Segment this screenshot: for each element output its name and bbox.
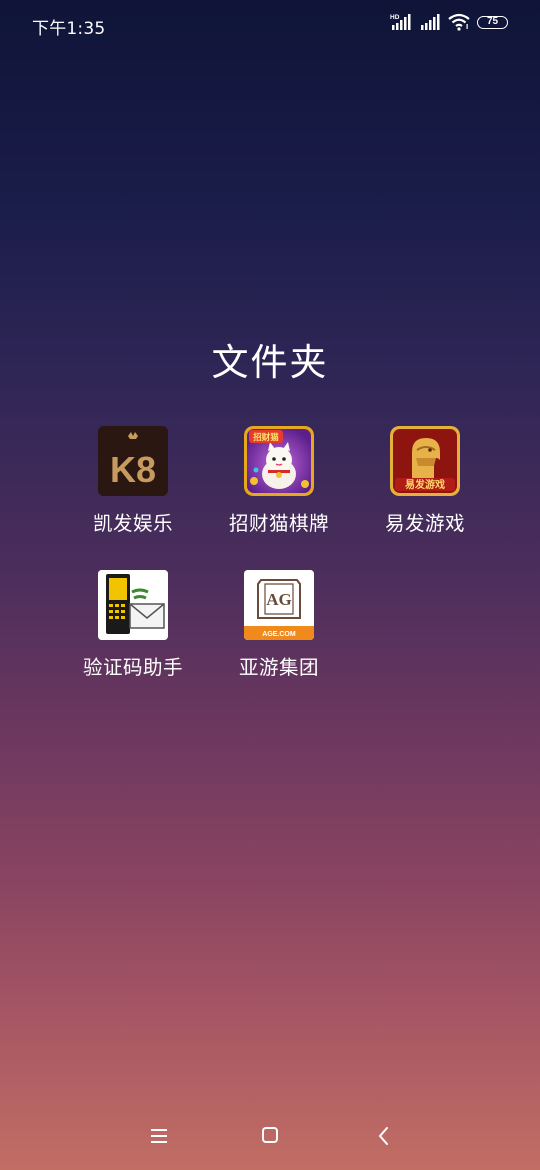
back-icon[interactable]	[369, 1124, 399, 1148]
lion-art: 易发游戏	[390, 426, 460, 496]
app-label: 招财猫棋牌	[228, 512, 329, 535]
app-label: 易发游戏	[384, 512, 465, 535]
app-sms-helper[interactable]: 验证码助手	[63, 570, 203, 680]
menu-icon[interactable]	[144, 1124, 174, 1148]
ag-text: AG	[266, 590, 292, 609]
battery-icon: 75	[477, 15, 508, 29]
sms-phone-art	[98, 570, 168, 640]
hd-label: HD	[390, 14, 400, 21]
ag-site-text: AGE.COM	[262, 631, 296, 638]
ag-icon: AG AGE.COM	[244, 570, 314, 640]
k8-logo: K8	[98, 426, 168, 496]
navigation-bar	[0, 1100, 540, 1170]
ag-art: AG AGE.COM	[244, 570, 314, 640]
app-yayou[interactable]: AG AGE.COM 亚游集团	[209, 570, 349, 680]
status-icons: HD 75	[390, 13, 508, 31]
app-yifa[interactable]: 易发游戏 易发游戏	[355, 426, 495, 536]
app-label: 验证码助手	[82, 656, 183, 679]
lucky-cat-icon: 招财猫	[244, 426, 314, 496]
app-label: 亚游集团	[238, 656, 319, 679]
home-icon[interactable]	[255, 1124, 285, 1148]
status-bar: 下午1:35 HD 75	[0, 0, 540, 48]
k8-icon: K8	[98, 426, 168, 496]
app-zhaocaimao[interactable]: 招财猫 招财猫棋牌	[209, 426, 349, 536]
signal-icon	[421, 14, 440, 30]
folder-title[interactable]: 文件夹	[0, 332, 540, 386]
wifi-icon	[448, 13, 470, 31]
sms-phone-icon	[98, 570, 168, 640]
signal-hd-icon: HD	[390, 14, 411, 30]
app-label: 凯发娱乐	[92, 512, 173, 535]
lion-banner-text: 易发游戏	[405, 478, 445, 491]
app-kaifa[interactable]: K8 凯发娱乐	[63, 426, 203, 536]
status-time: 下午1:35	[32, 19, 106, 39]
k8-text: K8	[110, 449, 156, 490]
lion-icon: 易发游戏	[390, 426, 460, 496]
lucky-cat-art: 招财猫	[244, 426, 314, 496]
cat-banner-text: 招财猫	[253, 432, 279, 443]
